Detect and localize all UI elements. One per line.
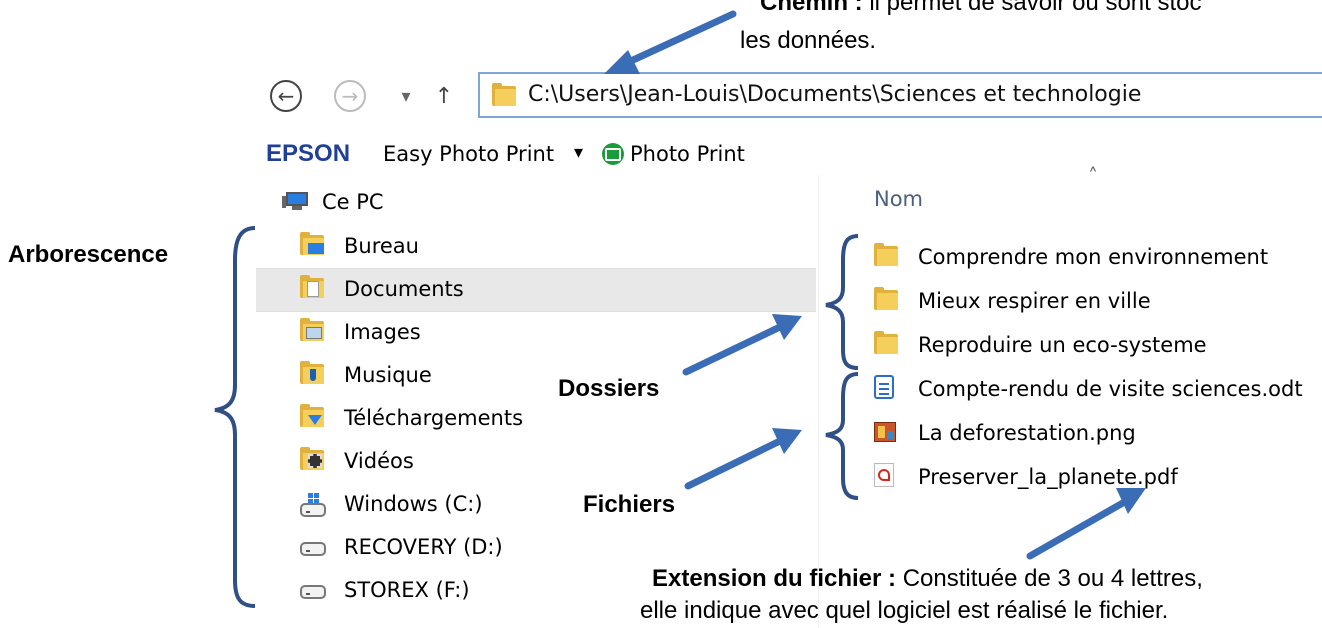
extension-text: Constituée de 3 ou 4 lettres,	[896, 565, 1203, 592]
forward-arrow-icon: →	[341, 84, 359, 108]
dropdown-arrow-icon: ▾	[574, 142, 584, 163]
back-button[interactable]: ←	[270, 80, 302, 112]
tree-item-label: Bureau	[344, 234, 419, 258]
chemin-arrowhead	[604, 50, 640, 74]
dossiers-brace	[825, 234, 859, 370]
chemin-text: il permet de savoir où sont stoc	[862, 0, 1202, 16]
easy-photo-print-button[interactable]: Easy Photo Print	[383, 142, 554, 166]
fichiers-arrowhead	[772, 428, 802, 454]
file-name: Mieux respirer en ville	[918, 289, 1151, 313]
folder-icon	[492, 83, 516, 106]
downloads-folder-icon	[300, 404, 324, 427]
pdf-file-icon	[874, 463, 894, 487]
tree-item-label: Vidéos	[344, 449, 414, 473]
music-folder-icon	[300, 361, 324, 384]
epson-logo: EPSON	[266, 140, 351, 167]
extension-annotation: Extension du fichier : Constituée de 3 o…	[652, 564, 1203, 594]
chemin-annotation-line2: les données.	[740, 27, 877, 54]
desktop-folder-icon	[300, 232, 324, 255]
image-file-icon	[874, 422, 896, 442]
extension-title: Extension du fichier :	[652, 565, 897, 592]
tree-item-label: Téléchargements	[344, 406, 524, 430]
extension-annotation-line2: elle indique avec quel logiciel est réal…	[640, 597, 1169, 624]
tree-item-label: Documents	[344, 277, 464, 301]
windows-drive-icon	[300, 493, 326, 517]
file-name: Reproduire un eco-systeme	[918, 333, 1207, 357]
videos-folder-icon	[300, 447, 324, 470]
address-bar[interactable]: C:\Users\Jean-Louis\Documents\Sciences e…	[478, 72, 1322, 118]
up-button[interactable]: ↑	[432, 80, 456, 112]
recent-locations-button[interactable]: ▾	[395, 80, 417, 112]
easy-photo-print-dropdown[interactable]: ▾	[574, 142, 583, 163]
file-name: Compte-rendu de visite sciences.odt	[918, 377, 1303, 401]
extension-arrowhead	[1116, 488, 1146, 514]
tree-root-label: Ce PC	[322, 190, 384, 214]
fichiers-arrow	[684, 436, 786, 490]
tree-item-label: Musique	[344, 363, 432, 387]
folder-icon	[874, 287, 898, 310]
tree-root-ce-pc[interactable]: Ce PC	[282, 186, 582, 222]
document-file-icon	[874, 375, 894, 399]
fichiers-brace	[825, 372, 859, 500]
fichiers-label: Fichiers	[583, 491, 676, 518]
chemin-arrow	[616, 10, 737, 70]
images-folder-icon	[300, 318, 324, 341]
file-name: Comprendre mon environnement	[918, 245, 1269, 269]
back-arrow-icon: ←	[277, 84, 295, 108]
chemin-annotation: Chemin : il permet de savoir où sont sto…	[760, 0, 1202, 18]
dossiers-arrowhead	[772, 314, 802, 340]
file-name: La deforestation.png	[918, 421, 1136, 445]
documents-folder-icon	[300, 275, 324, 298]
tree-item-label: Windows (C:)	[344, 492, 483, 516]
photo-print-button[interactable]: Photo Print	[630, 142, 745, 166]
extension-arrow	[1026, 496, 1132, 560]
photo-print-icon	[602, 143, 624, 165]
up-arrow-icon: ↑	[434, 83, 454, 109]
drive-icon	[300, 579, 326, 599]
tree-item-label: Images	[344, 320, 421, 344]
column-header-nom[interactable]: Nom	[874, 187, 923, 211]
drive-icon	[300, 536, 326, 556]
tree-selection-highlight	[256, 268, 816, 312]
forward-button[interactable]: →	[334, 80, 366, 112]
tree-item-label: STOREX (F:)	[344, 578, 470, 602]
pane-divider	[818, 175, 819, 628]
folder-icon	[874, 331, 898, 354]
tree-item-label: RECOVERY (D:)	[344, 535, 503, 559]
address-path: C:\Users\Jean-Louis\Documents\Sciences e…	[528, 82, 1142, 107]
chemin-title: Chemin :	[760, 0, 863, 16]
chevron-down-icon: ▾	[401, 85, 411, 107]
arborescence-label: Arborescence	[8, 241, 169, 268]
computer-icon	[282, 192, 308, 212]
sort-ascending-icon: ˄	[1088, 164, 1098, 188]
dossiers-arrow	[682, 322, 786, 376]
dossiers-label: Dossiers	[558, 375, 660, 402]
file-name: Preserver_la_planete.pdf	[918, 465, 1178, 489]
arborescence-brace	[214, 226, 256, 608]
folder-icon	[874, 243, 898, 266]
